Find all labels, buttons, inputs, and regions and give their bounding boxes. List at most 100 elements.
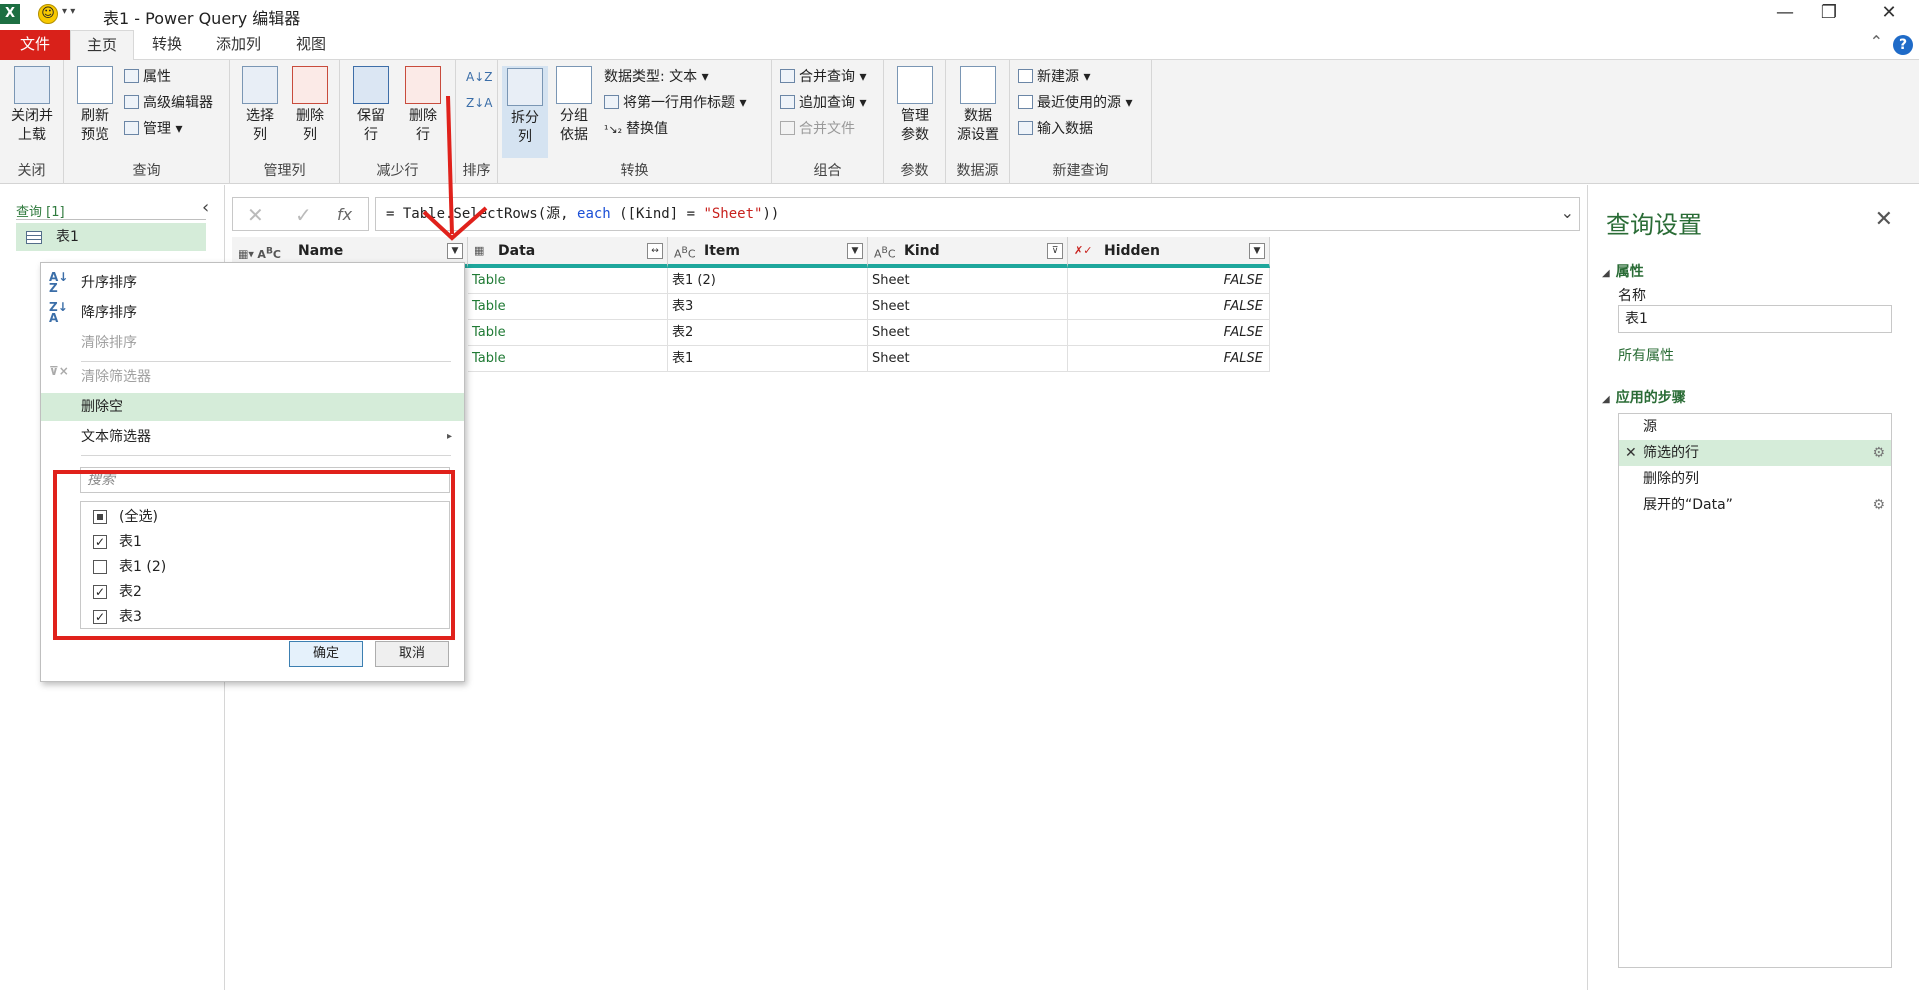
close-settings-icon[interactable]: ✕ xyxy=(1875,207,1893,232)
cell-hidden[interactable]: FALSE xyxy=(1068,320,1270,346)
cell-kind[interactable]: Sheet xyxy=(868,268,1068,294)
cell-item[interactable]: 表1 xyxy=(668,346,868,372)
annotation-highlight-box xyxy=(53,470,455,640)
text-filters-item[interactable]: 文本筛选器 ▸ xyxy=(41,423,464,451)
merge-queries-label: 合并查询 xyxy=(799,69,855,85)
delete-step-icon[interactable]: ✕ xyxy=(1625,440,1637,466)
clear-sort-item[interactable]: 清除排序 xyxy=(41,329,464,357)
column-header-data[interactable]: ▦ Data ↔ xyxy=(468,237,668,268)
cancel-button[interactable]: 取消 xyxy=(375,641,449,667)
expand-formula-chevron-icon[interactable]: ⌄ xyxy=(1561,203,1574,222)
group-label-manage-columns: 管理列 xyxy=(263,163,306,179)
quick-access-dropdown-icon[interactable]: ▾ ▾ xyxy=(62,6,75,17)
sort-ascending-icon[interactable]: A↓Z xyxy=(466,66,492,88)
tab-view[interactable]: 视图 xyxy=(280,30,342,60)
combine-files-button[interactable]: 合并文件 xyxy=(780,118,855,140)
query-name-input[interactable]: 表1 xyxy=(1618,305,1892,333)
close-button[interactable]: ✕ xyxy=(1866,2,1912,23)
ok-button[interactable]: 确定 xyxy=(289,641,363,667)
cell-kind[interactable]: Sheet xyxy=(868,346,1068,372)
gear-icon[interactable]: ⚙ xyxy=(1872,440,1885,466)
cell-item[interactable]: 表1 (2) xyxy=(668,268,868,294)
help-icon[interactable]: ? xyxy=(1893,35,1913,55)
manage-parameters-button[interactable]: 管理 参数 xyxy=(888,66,942,145)
filter-dropdown-hidden[interactable]: ▼ xyxy=(1249,243,1265,259)
filter-dropdown-item[interactable]: ▼ xyxy=(847,243,863,259)
manage-button[interactable]: 管理 ▾ xyxy=(124,118,182,140)
sort-descending-item[interactable]: Z↓ A 降序排序 xyxy=(41,299,464,327)
minimize-button[interactable]: — xyxy=(1762,2,1808,23)
cell-data[interactable]: Table xyxy=(468,320,668,346)
close-and-load-button[interactable]: 关闭并 上载 xyxy=(4,66,60,145)
step-item[interactable]: ✕ 筛选的行 ⚙ xyxy=(1619,440,1891,466)
choose-columns-button[interactable]: 选择 列 xyxy=(238,66,282,145)
group-label-reduce-rows: 减少行 xyxy=(376,163,419,179)
properties-button[interactable]: 属性 xyxy=(124,66,171,88)
sort-descending-label: 降序排序 xyxy=(81,305,137,321)
tab-file[interactable]: 文件 xyxy=(0,30,70,60)
recent-sources-button[interactable]: 最近使用的源 ▾ xyxy=(1018,92,1132,114)
cell-data[interactable]: Table xyxy=(468,346,668,372)
column-header-item[interactable]: ABC Item ▼ xyxy=(668,237,868,268)
cell-kind[interactable]: Sheet xyxy=(868,320,1068,346)
replace-values-button[interactable]: ¹↘₂ 替换值 xyxy=(604,118,668,140)
cell-item[interactable]: 表2 xyxy=(668,320,868,346)
remove-empty-item[interactable]: 删除空 xyxy=(41,393,464,421)
table-type-icon: ▦ xyxy=(474,244,485,257)
gear-icon[interactable]: ⚙ xyxy=(1872,492,1885,518)
cell-hidden[interactable]: FALSE xyxy=(1068,346,1270,372)
filter-active-icon[interactable]: ⊽ xyxy=(1047,243,1063,259)
step-item[interactable]: 删除的列 xyxy=(1619,466,1891,492)
column-header-kind[interactable]: ABC Kind ⊽ xyxy=(868,237,1068,268)
cell-item[interactable]: 表3 xyxy=(668,294,868,320)
collapse-ribbon-icon[interactable]: ⌃ xyxy=(1870,32,1883,51)
column-header-hidden[interactable]: ✗✓ Hidden ▼ xyxy=(1068,237,1270,268)
cell-data[interactable]: Table xyxy=(468,294,668,320)
keep-rows-icon xyxy=(353,66,389,104)
merge-queries-icon xyxy=(780,69,795,83)
cell-data[interactable]: Table xyxy=(468,268,668,294)
step-item[interactable]: 源 xyxy=(1619,414,1891,440)
confirm-formula-icon[interactable]: ✓ xyxy=(295,203,312,227)
query-item[interactable]: 表1 xyxy=(16,223,206,251)
properties-section-header[interactable]: ◢ 属性 xyxy=(1602,261,1644,281)
cell-kind[interactable]: Sheet xyxy=(868,294,1068,320)
remove-columns-button[interactable]: 删除 列 xyxy=(288,66,332,145)
fx-icon[interactable]: fx xyxy=(337,205,352,224)
filter-dropdown-name[interactable]: ▼ xyxy=(447,243,463,259)
formula-input[interactable]: = Table.SelectRows(源, each ([Kind] = "Sh… xyxy=(375,197,1580,231)
restore-button[interactable]: ❐ xyxy=(1806,2,1852,23)
tab-transform[interactable]: 转换 xyxy=(136,30,198,60)
applied-steps-section-header[interactable]: ◢ 应用的步骤 xyxy=(1602,387,1686,407)
keep-rows-button[interactable]: 保留 行 xyxy=(348,66,394,145)
cell-hidden[interactable]: FALSE xyxy=(1068,294,1270,320)
sort-ascending-item[interactable]: A↓ Z 升序排序 xyxy=(41,269,464,297)
data-source-settings-button[interactable]: 数据 源设置 xyxy=(950,66,1006,145)
tab-home[interactable]: 主页 xyxy=(70,30,135,61)
use-first-row-button[interactable]: 将第一行用作标题 ▾ xyxy=(604,92,746,114)
feedback-smiley-icon[interactable]: ☺ xyxy=(38,4,58,24)
all-properties-link[interactable]: 所有属性 xyxy=(1618,345,1674,365)
advanced-editor-button[interactable]: 高级编辑器 xyxy=(124,92,213,114)
group-by-button[interactable]: 分组 依据 xyxy=(552,66,596,145)
formula-keyword: each xyxy=(577,206,611,222)
remove-rows-button[interactable]: 删除 行 xyxy=(400,66,446,145)
expand-column-icon[interactable]: ↔ xyxy=(647,243,663,259)
clear-filter-item[interactable]: ⊽× 清除筛选器 xyxy=(41,363,464,391)
cell-hidden[interactable]: FALSE xyxy=(1068,268,1270,294)
data-type-dropdown[interactable]: 数据类型: 文本 ▾ xyxy=(604,66,709,88)
cancel-formula-icon[interactable]: ✕ xyxy=(247,203,264,227)
menu-divider xyxy=(81,455,451,456)
step-item[interactable]: 展开的“Data” ⚙ xyxy=(1619,492,1891,518)
refresh-preview-button[interactable]: 刷新 预览 xyxy=(70,66,120,145)
new-source-button[interactable]: 新建源 ▾ xyxy=(1018,66,1090,88)
sort-descending-icon[interactable]: Z↓A xyxy=(466,92,492,114)
enter-data-button[interactable]: 输入数据 xyxy=(1018,118,1093,140)
step-label: 删除的列 xyxy=(1643,471,1699,487)
submenu-arrow-icon: ▸ xyxy=(446,431,452,442)
merge-queries-button[interactable]: 合并查询 ▾ xyxy=(780,66,866,88)
collapse-queries-chevron-icon[interactable]: ‹ xyxy=(202,197,209,218)
append-queries-button[interactable]: 追加查询 ▾ xyxy=(780,92,866,114)
tab-add-column[interactable]: 添加列 xyxy=(200,30,277,60)
split-column-button[interactable]: 拆分 列 xyxy=(502,66,548,158)
